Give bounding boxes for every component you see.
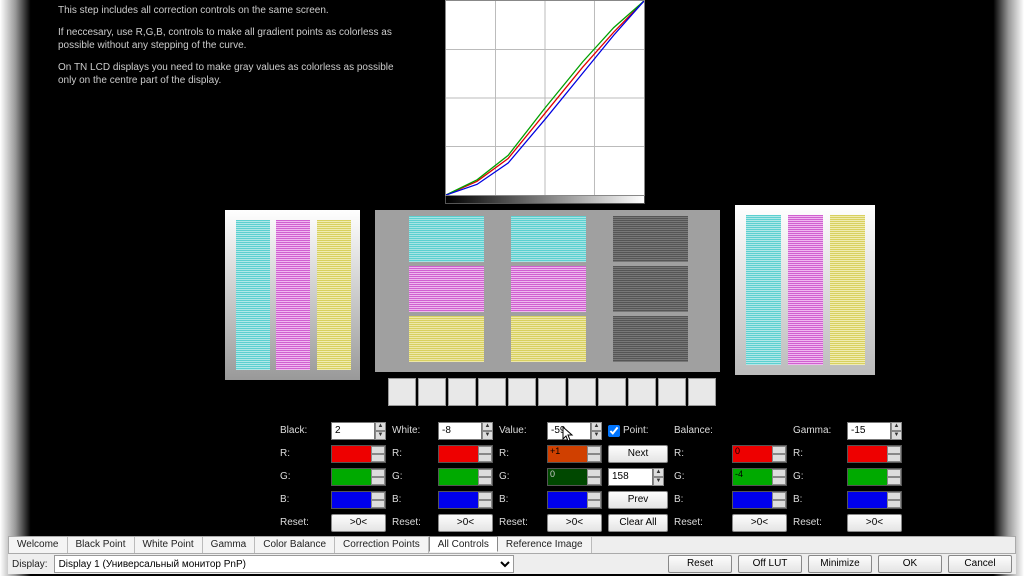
white-r-swatch[interactable]: ▲▼ xyxy=(438,445,493,463)
tab-gamma[interactable]: Gamma xyxy=(203,537,256,553)
point-checkbox[interactable]: Point: xyxy=(608,425,668,437)
ok-button[interactable]: OK xyxy=(878,555,942,573)
tab-reference-image[interactable]: Reference Image xyxy=(498,537,592,553)
balance-g-swatch[interactable]: -4▲▼ xyxy=(732,468,787,486)
balance-label: Balance: xyxy=(674,425,726,436)
thumbnail-row[interactable] xyxy=(388,378,716,406)
white-label: White: xyxy=(392,425,432,436)
tab-color-balance[interactable]: Color Balance xyxy=(255,537,335,553)
gamma-b-swatch[interactable]: ▲▼ xyxy=(847,491,902,509)
black-g-swatch[interactable]: ▲▼ xyxy=(331,468,386,486)
prev-button[interactable]: Prev xyxy=(608,491,668,509)
white-spinner[interactable]: ▲▼ xyxy=(438,422,493,440)
gradient-strip xyxy=(445,196,645,204)
balance-r-swatch[interactable]: 0▲▼ xyxy=(732,445,787,463)
white-reset-button[interactable]: >0< xyxy=(438,514,493,532)
tab-all-controls[interactable]: All Controls xyxy=(429,536,498,552)
gamma-label: Gamma: xyxy=(793,425,841,436)
next-button[interactable]: Next xyxy=(608,445,668,463)
cancel-button[interactable]: Cancel xyxy=(948,555,1012,573)
tab-white-point[interactable]: White Point xyxy=(135,537,203,553)
tab-black-point[interactable]: Black Point xyxy=(68,537,135,553)
test-pattern-left xyxy=(225,210,360,380)
test-pattern-center xyxy=(375,210,720,372)
display-select[interactable]: Display 1 (Универсальный монитор PnP) xyxy=(54,555,514,573)
index-spinner[interactable]: ▲▼ xyxy=(608,468,664,486)
black-r-label: R: xyxy=(280,448,325,459)
point-r-swatch[interactable]: +1▲▼ xyxy=(547,445,602,463)
display-label: Display: xyxy=(12,559,48,570)
gamma-r-swatch[interactable]: ▲▼ xyxy=(847,445,902,463)
minimize-button[interactable]: Minimize xyxy=(808,555,872,573)
test-pattern-right xyxy=(735,205,875,375)
instructions-text: This step includes all correction contro… xyxy=(58,4,398,96)
value-label: Value: xyxy=(499,425,541,436)
gamma-curve-graph xyxy=(445,0,645,196)
tab-welcome[interactable]: Welcome xyxy=(9,537,68,553)
bottom-bar: Display: Display 1 (Универсальный монито… xyxy=(8,554,1016,574)
black-r-swatch[interactable]: ▲▼ xyxy=(331,445,386,463)
clear-all-button[interactable]: Clear All xyxy=(608,514,668,532)
balance-b-swatch[interactable]: ▲▼ xyxy=(732,491,787,509)
gamma-spinner[interactable]: ▲▼ xyxy=(847,422,902,440)
value-reset-button[interactable]: >0< xyxy=(547,514,602,532)
white-b-swatch[interactable]: ▲▼ xyxy=(438,491,493,509)
black-reset-button[interactable]: >0< xyxy=(331,514,386,532)
point-g-swatch[interactable]: 0▲▼ xyxy=(547,468,602,486)
balance-reset-button[interactable]: >0< xyxy=(732,514,787,532)
black-b-swatch[interactable]: ▲▼ xyxy=(331,491,386,509)
gamma-g-swatch[interactable]: ▲▼ xyxy=(847,468,902,486)
black-label: Black: xyxy=(280,425,325,436)
tab-bar: WelcomeBlack PointWhite PointGammaColor … xyxy=(8,536,1016,554)
tab-correction-points[interactable]: Correction Points xyxy=(335,537,429,553)
off-lut-button[interactable]: Off LUT xyxy=(738,555,802,573)
value-spinner[interactable]: ▲▼ xyxy=(547,422,602,440)
point-b-swatch[interactable]: ▲▼ xyxy=(547,491,602,509)
black-spinner[interactable]: ▲▼ xyxy=(331,422,386,440)
reset-button[interactable]: Reset xyxy=(668,555,732,573)
white-g-swatch[interactable]: ▲▼ xyxy=(438,468,493,486)
gamma-reset-button[interactable]: >0< xyxy=(847,514,902,532)
